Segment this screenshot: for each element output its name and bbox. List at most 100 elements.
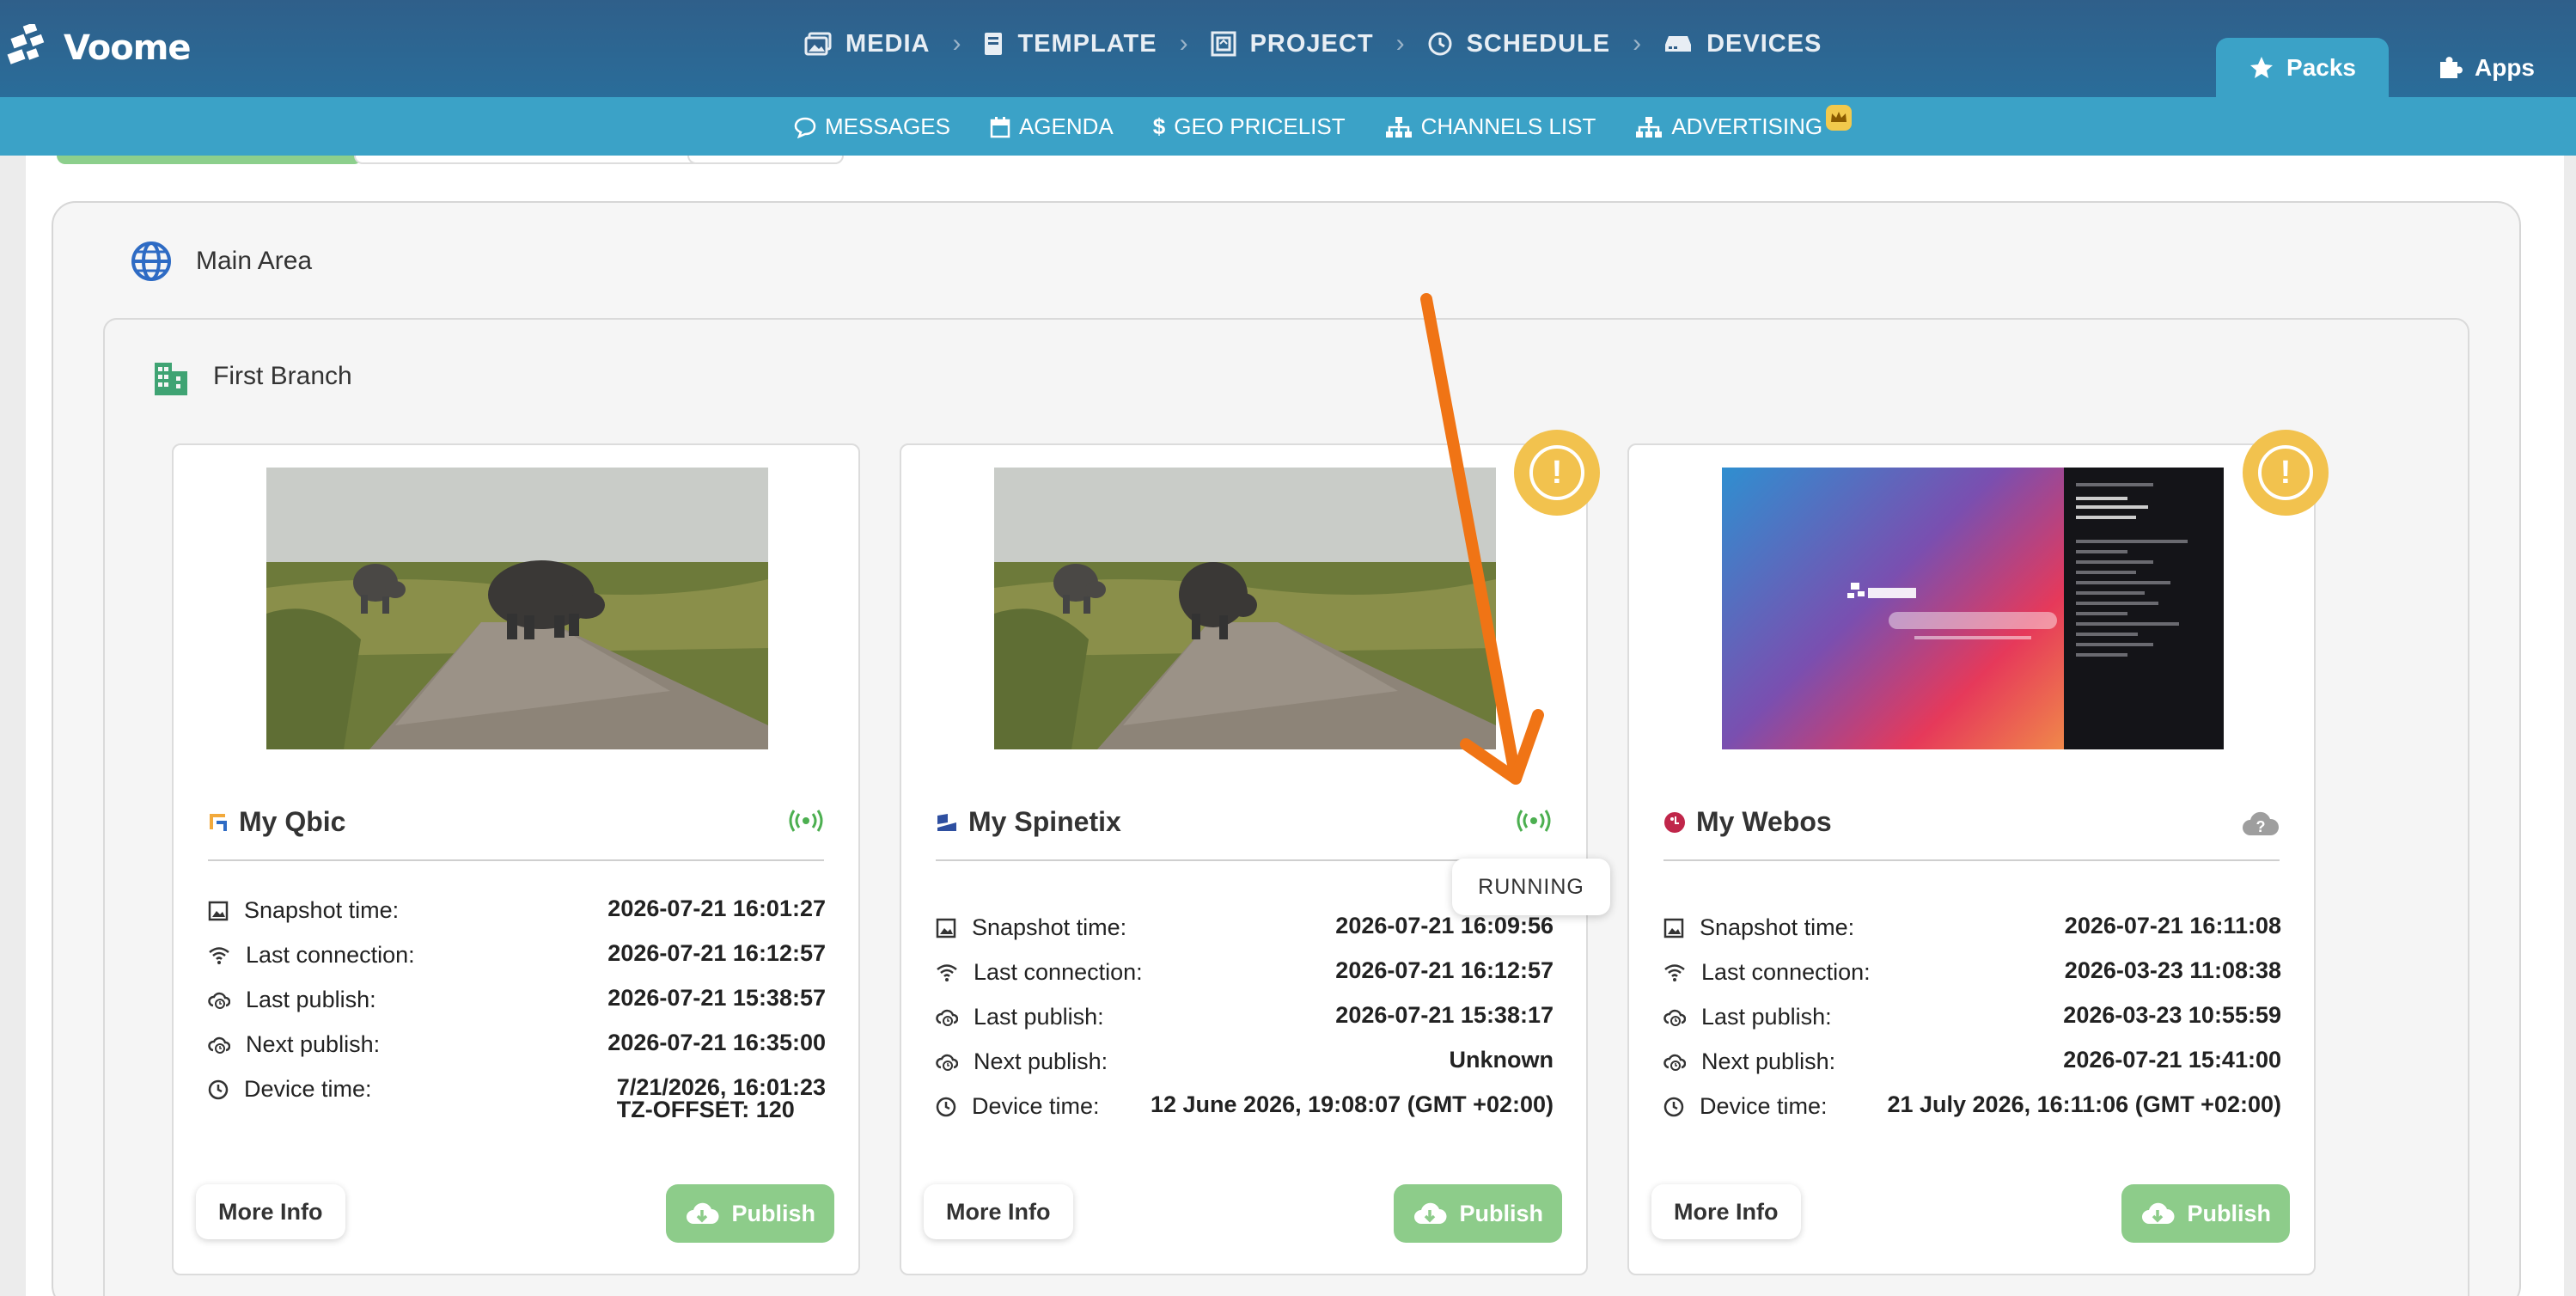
subnav-advertising[interactable]: ADVERTISING [1635, 105, 1853, 140]
tab-packs[interactable]: Packs [2216, 38, 2389, 97]
top-tabs: Packs Apps [2216, 38, 2576, 97]
publish-button[interactable]: Publish [2121, 1184, 2290, 1243]
subnav-agenda-label: AGENDA [1018, 113, 1114, 139]
last-connection-label: Last connection: [974, 959, 1143, 985]
device-snapshot[interactable] [994, 468, 1496, 749]
image-icon [208, 901, 229, 920]
nav-project-label: PROJECT [1249, 29, 1374, 58]
last-publish-value: 2026-07-21 15:38:17 [1335, 1002, 1554, 1028]
last-connection-row: Last connection: 2026-07-21 16:12:57 [936, 959, 1554, 1004]
logo-text: Voome [64, 28, 192, 68]
snapshot-time-row: Snapshot time: 2026-07-21 16:09:56 [936, 914, 1554, 959]
device-time-value: 21 July 2026, 16:11:06 (GMT +02:00) [1887, 1091, 2281, 1117]
status-online-icon[interactable] [788, 810, 824, 836]
nav-template[interactable]: TEMPLATE [983, 30, 1157, 58]
qbic-brand-icon [210, 813, 227, 831]
divider [208, 859, 824, 861]
branch-title: First Branch [213, 362, 352, 390]
nav-template-label: TEMPLATE [1017, 29, 1157, 58]
publish-button[interactable]: Publish [1394, 1184, 1562, 1243]
device-time-row: Device time: 7/21/2026, 16:01:23 TZ-OFFSE… [208, 1076, 826, 1136]
cloud-clock-icon [1663, 1009, 1686, 1026]
last-publish-row: Last publish: 2026-07-21 15:38:57 [208, 987, 826, 1031]
svg-text:?: ? [2256, 818, 2266, 835]
branch-header: First Branch [151, 358, 352, 395]
snapshot-time-label: Snapshot time: [244, 897, 400, 923]
last-publish-row: Last publish: 2026-07-21 15:38:17 [936, 1004, 1554, 1048]
status-online-icon[interactable] [1516, 810, 1552, 836]
subnav-messages[interactable]: MESSAGES [794, 113, 950, 140]
warning-icon[interactable]: ! [2243, 430, 2329, 516]
clock-icon [1663, 1097, 1684, 1116]
cloud-clock-icon [936, 1054, 958, 1071]
last-publish-label: Last publish: [246, 987, 376, 1012]
more-info-button[interactable]: More Info [196, 1184, 345, 1239]
device-time-row: Device time: 12 June 2026, 19:08:07 (GMT… [936, 1093, 1554, 1138]
nav-project[interactable]: PROJECT [1211, 30, 1374, 58]
device-time-label: Device time: [1700, 1093, 1828, 1119]
wifi-icon [937, 963, 957, 981]
device-name: My Qbic [208, 806, 345, 838]
more-info-button[interactable]: More Info [924, 1184, 1073, 1239]
spinetix-brand-icon [937, 813, 956, 831]
device-name: My Webos [1663, 806, 1832, 838]
nav-schedule[interactable]: SCHEDULE [1427, 30, 1611, 58]
publish-label: Publish [1459, 1200, 1543, 1226]
subnav-channels-list[interactable]: CHANNELS LIST [1385, 113, 1596, 140]
globe-icon [131, 241, 171, 281]
cloud-clock-icon [1663, 1054, 1686, 1071]
nav-media[interactable]: MEDIA [804, 30, 930, 58]
snapshot-time-label: Snapshot time: [1700, 914, 1855, 940]
subnav-agenda[interactable]: AGENDA [990, 113, 1114, 140]
device-snapshot[interactable] [1722, 468, 2224, 749]
building-icon [155, 363, 187, 395]
chevron-right-icon: › [1633, 29, 1642, 58]
more-info-button[interactable]: More Info [1651, 1184, 1801, 1239]
last-connection-label: Last connection: [1701, 959, 1871, 985]
image-icon [936, 918, 956, 938]
next-publish-value: Unknown [1449, 1047, 1554, 1073]
last-connection-row: Last connection: 2026-07-21 16:12:57 [208, 942, 826, 987]
publish-button[interactable]: Publish [666, 1184, 834, 1243]
calendar-icon [990, 116, 1010, 138]
device-time-label: Device time: [244, 1076, 372, 1102]
nav-devices-label: DEVICES [1706, 29, 1822, 58]
subnav-geo-pricelist[interactable]: $ GEO PRICELIST [1153, 113, 1346, 140]
scrolled-field-edge [354, 156, 701, 164]
book-icon [985, 33, 1003, 55]
puzzle-icon [2440, 56, 2463, 78]
project-icon [1211, 31, 1236, 57]
voome-logo[interactable]: Voome [7, 24, 192, 72]
wifi-icon [209, 946, 229, 964]
image-icon [1663, 918, 1684, 938]
next-publish-value: 2026-07-21 15:41:00 [2063, 1047, 2281, 1073]
device-name: My Spinetix [936, 806, 1121, 838]
cloud-clock-icon [208, 992, 230, 1009]
snapshot-time-row: Snapshot time: 2026-07-21 16:01:27 [208, 897, 826, 942]
last-publish-label: Last publish: [1701, 1004, 1832, 1030]
tab-packs-label: Packs [2286, 53, 2356, 81]
last-publish-label: Last publish: [974, 1004, 1104, 1030]
device-time-label: Device time: [972, 1093, 1100, 1119]
next-publish-label: Next publish: [974, 1048, 1108, 1074]
main-navigation: MEDIA › TEMPLATE › PROJECT › SCHEDULE › … [804, 29, 1822, 58]
crown-icon [1826, 105, 1853, 131]
subnav-advertising-label: ADVERTISING [1671, 113, 1823, 139]
snapshot-time-row: Snapshot time: 2026-07-21 16:11:08 [1663, 914, 2281, 959]
scrolled-field-edge [687, 156, 844, 164]
device-snapshot[interactable] [266, 468, 768, 749]
next-publish-label: Next publish: [1701, 1048, 1836, 1074]
snapshot-time-label: Snapshot time: [972, 914, 1127, 940]
cloud-question-icon[interactable]: ? [2242, 810, 2280, 841]
subnav-messages-label: MESSAGES [825, 113, 950, 139]
device-time-value: 7/21/2026, 16:01:23 TZ-OFFSET: 120 [617, 1076, 826, 1122]
device-name-label: My Spinetix [968, 806, 1121, 837]
nav-devices[interactable]: DEVICES [1663, 30, 1822, 58]
device-name-label: My Qbic [239, 806, 346, 837]
tab-apps-label: Apps [2475, 53, 2535, 81]
last-connection-row: Last connection: 2026-03-23 11:08:38 [1663, 959, 2281, 1004]
star-icon [2250, 56, 2274, 78]
warning-icon[interactable]: ! [1514, 430, 1600, 516]
chevron-right-icon: › [1179, 29, 1188, 58]
tab-apps[interactable]: Apps [2404, 38, 2576, 97]
